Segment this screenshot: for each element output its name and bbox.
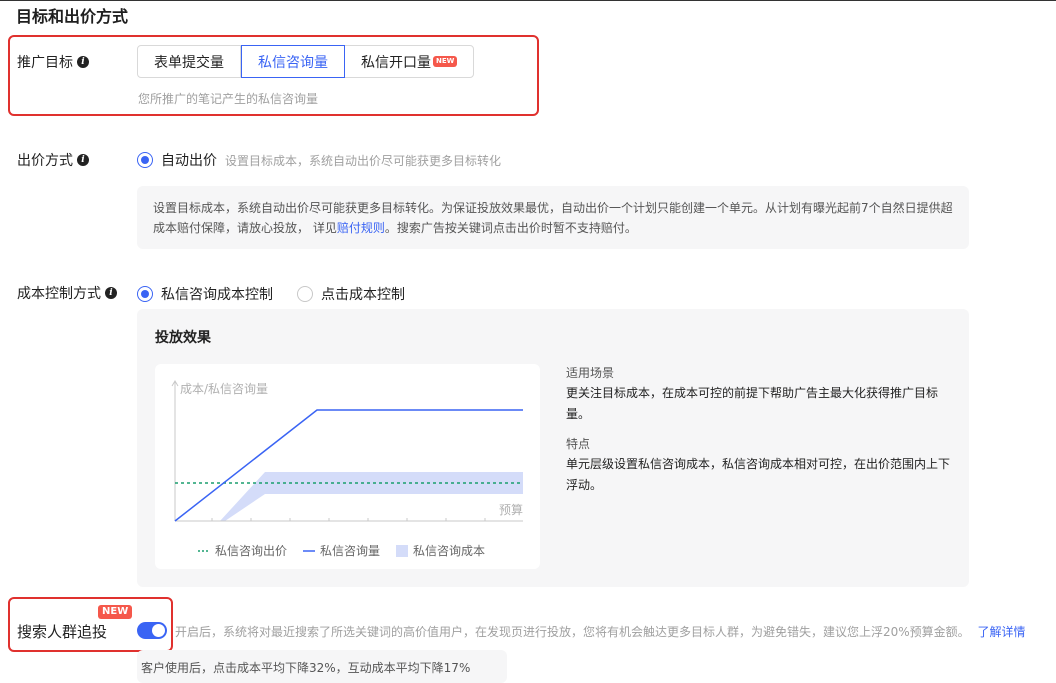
effect-description: 适用场景 更关注目标成本，在成本可控的前提下帮助广告主最大化获得推广目标量。 特… [566, 364, 951, 496]
y-axis-label: 成本/私信咨询量 [180, 381, 268, 396]
volume-line [174, 409, 523, 522]
radio-checked-icon [137, 286, 153, 302]
scene-title: 适用场景 [566, 366, 615, 380]
retarget-description: 开启后，系统将对最近搜索了所选关键词的高价值用户，在发现页进行投放，您将有机会触… [175, 623, 1026, 640]
goal-label: 推广目标 i [17, 52, 89, 72]
x-axis-label: 预算 [499, 502, 523, 517]
goal-option-label: 私信开口量 [361, 54, 431, 71]
bid-description-panel: 设置目标成本，系统自动出价尽可能获更多目标转化。为保证投放效果最优，自动出价一个… [137, 186, 969, 249]
compensation-rules-link[interactable]: 赔付规则 [337, 221, 385, 235]
retarget-label: 搜索人群追投 [17, 623, 108, 641]
learn-more-link[interactable]: 了解详情 [978, 625, 1026, 639]
legend-item-cost: 私信咨询成本 [396, 542, 485, 559]
radio-label: 私信咨询成本控制 [161, 287, 273, 303]
legend-label: 私信咨询量 [320, 544, 381, 558]
retarget-text: 开启后，系统将对最近搜索了所选关键词的高价值用户，在发现页进行投放，您将有机会触… [175, 625, 970, 639]
bid-label: 出价方式 i [17, 150, 89, 170]
bid-description: 设置目标成本，系统自动出价尽可能获更多目标转化。为保证投放效果最优，自动出价一个… [153, 198, 953, 238]
feature-title: 特点 [566, 437, 591, 451]
cost-control-options: 私信咨询成本控制 点击成本控制 [137, 284, 405, 304]
cost-control-label-text: 成本控制方式 [17, 286, 101, 302]
legend-item-volume: 私信咨询量 [303, 542, 380, 559]
scene-text: 更关注目标成本，在成本可控的前提下帮助广告主最大化获得推广目标量。 [566, 386, 939, 421]
info-icon[interactable]: i [77, 154, 89, 166]
legend-item-bid: 私信咨询出价 [198, 542, 287, 559]
info-icon[interactable]: i [105, 287, 117, 299]
retarget-toggle[interactable] [137, 622, 167, 639]
goal-option-message-open[interactable]: 私信开口量 NEW [345, 46, 473, 77]
retarget-stat: 客户使用后，点击成本平均下降32%，互动成本平均下降17% [141, 661, 471, 675]
bid-option-label: 自动出价 [161, 153, 217, 169]
effect-chart-svg: 成本/私信咨询量 预算 [171, 380, 523, 522]
goal-option-label: 私信咨询量 [258, 54, 328, 71]
radio-checked-icon [137, 152, 153, 168]
bid-option-row: 自动出价 设置目标成本，系统自动出价尽可能获更多目标转化 [137, 150, 501, 170]
feature-text: 单元层级设置私信咨询成本，私信咨询成本相对可控，在出价范围内上下浮动。 [566, 457, 951, 492]
goal-hint: 您所推广的笔记产生的私信咨询量 [138, 92, 319, 106]
legend-label: 私信咨询出价 [215, 544, 288, 558]
radio-label: 点击成本控制 [321, 287, 405, 303]
info-icon[interactable]: i [77, 56, 89, 68]
legend-label: 私信咨询成本 [413, 544, 486, 558]
bid-label-text: 出价方式 [17, 153, 73, 169]
goal-label-text: 推广目标 [17, 55, 73, 71]
cost-control-inquiry-radio[interactable]: 私信咨询成本控制 [137, 284, 273, 304]
new-badge: NEW [433, 56, 458, 67]
goal-option-label: 表单提交量 [154, 54, 224, 71]
section-title: 目标和出价方式 [16, 7, 129, 26]
cost-control-click-radio[interactable]: 点击成本控制 [297, 284, 405, 304]
retarget-stat-panel: 客户使用后，点击成本平均下降32%，互动成本平均下降17% [137, 650, 507, 683]
bid-description-suffix: 。搜索广告按关键词点击出价时暂不支持赔付。 [384, 221, 637, 235]
solid-line-swatch [303, 549, 316, 552]
goal-option-message-inquiry[interactable]: 私信咨询量 [241, 45, 345, 78]
goal-option-form[interactable]: 表单提交量 [138, 46, 241, 77]
effect-title: 投放效果 [155, 330, 211, 346]
bid-option-hint: 设置目标成本，系统自动出价尽可能获更多目标转化 [225, 153, 502, 168]
radio-unchecked-icon [297, 286, 313, 302]
area-swatch [396, 544, 409, 557]
top-divider [0, 0, 1056, 1]
cost-control-label: 成本控制方式 i [17, 283, 117, 303]
dashed-line-swatch [198, 549, 210, 552]
chart-legend: 私信咨询出价 私信咨询量 私信咨询成本 [198, 542, 485, 559]
effect-chart: 成本/私信咨询量 预算 私信咨询出价 私信咨询量 私信咨询成本 [155, 364, 540, 569]
goal-segmented-control: 表单提交量 私信咨询量 私信开口量 NEW [137, 45, 475, 78]
bid-auto-radio[interactable]: 自动出价 [137, 150, 217, 170]
retarget-new-badge: NEW [98, 605, 133, 619]
